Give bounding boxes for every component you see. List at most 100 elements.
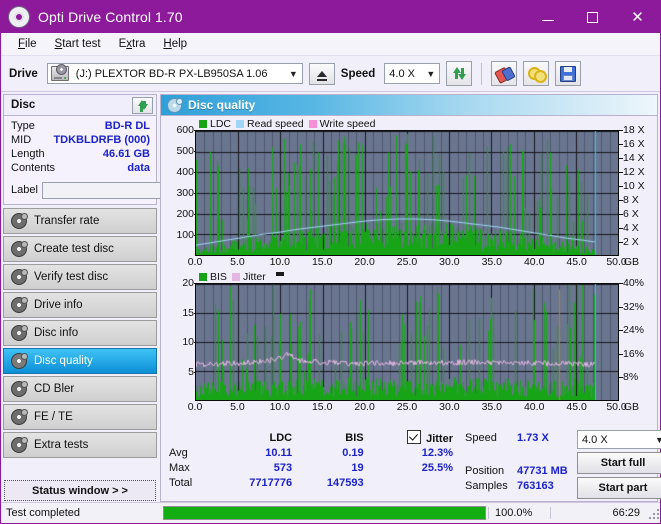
status-window-button[interactable]: Status window > > xyxy=(4,480,156,501)
legend-swatch xyxy=(236,119,245,128)
disc-panel-title: Disc xyxy=(11,99,36,111)
speed-select[interactable]: 4.0 X ▼ xyxy=(384,63,441,84)
sidebar-item-create-test-disc[interactable]: Create test disc xyxy=(3,236,157,262)
stats-header-row: LDC BIS Jitter xyxy=(161,430,461,445)
start-part-button[interactable]: Start part xyxy=(577,477,661,499)
sidebar-item-disc-info[interactable]: Disc info xyxy=(3,320,157,346)
stats-cell-ldc: 7717776 xyxy=(249,476,293,489)
stats-header-bis: BIS xyxy=(345,431,364,444)
ldc-y-axis-left: 100 200 300 400 500 600 xyxy=(161,124,198,256)
save-button[interactable] xyxy=(555,61,582,86)
legend-item-write-speed: Write speed xyxy=(308,118,376,130)
summary-position-value: 47731 MB xyxy=(517,464,568,477)
speed-select-value: 4.0 X xyxy=(389,67,415,80)
stats-summary-keys: Speed 1.73 X Position 47731 MB Samples 7… xyxy=(465,430,569,499)
resize-grip-icon[interactable] xyxy=(646,506,660,520)
chevron-down-icon: ▼ xyxy=(288,68,298,79)
stats-row-total: Total 7717776 147593 xyxy=(161,475,461,490)
stats-table: LDC BIS Jitter Avg 10.11 0.19 12.3% Max … xyxy=(161,430,461,499)
menu-help[interactable]: Help xyxy=(154,36,196,52)
disc-row-length-key: Length xyxy=(11,148,45,160)
sidebar-item-label: Verify test disc xyxy=(34,271,109,283)
stats-row-key: Total xyxy=(169,476,193,489)
disc-row-mid-value: TDKBLDRFB (000) xyxy=(53,134,150,146)
disc-icon xyxy=(11,297,28,313)
bitsetting-icon xyxy=(528,67,548,83)
erase-button[interactable] xyxy=(491,61,518,86)
refresh-button[interactable] xyxy=(446,61,473,86)
disc-icon xyxy=(11,437,28,453)
stats-cell-bis: 147593 xyxy=(326,476,364,489)
disc-label-row: Label xyxy=(4,177,246,204)
bitsetting-button[interactable] xyxy=(523,61,550,86)
maximize-button[interactable] xyxy=(570,1,615,33)
y-tick-label: 12 X xyxy=(619,166,645,178)
sidebar-item-transfer-rate[interactable]: Transfer rate xyxy=(3,208,157,234)
legend-swatch xyxy=(308,119,317,128)
close-button[interactable]: ✕ xyxy=(615,1,660,33)
jitter-checkbox[interactable] xyxy=(407,430,422,444)
x-axis-unit: GB xyxy=(623,401,639,413)
legend-swatch xyxy=(231,272,240,281)
speed-label: Speed xyxy=(340,67,376,80)
start-full-button[interactable]: Start full xyxy=(577,452,661,474)
ldc-chart-legend: LDC Read speed Write speed xyxy=(161,117,657,130)
legend-label: Read speed xyxy=(247,117,304,130)
drive-select[interactable]: (J:) PLEXTOR BD-R PX-LB950SA 1.06 ▼ xyxy=(46,63,303,84)
menu-file-rest: ile xyxy=(25,38,37,50)
disc-panel-header: Disc xyxy=(4,95,156,116)
plot-canvas xyxy=(196,131,618,255)
app-disc-icon xyxy=(8,6,30,28)
x-tick-label: 35.0 xyxy=(481,256,503,268)
legend-item-jitter: Jitter xyxy=(231,271,266,283)
sidebar-item-verify-test-disc[interactable]: Verify test disc xyxy=(3,264,157,290)
sidebar-item-fe-te[interactable]: FE / TE xyxy=(3,404,157,430)
window-title: Opti Drive Control 1.70 xyxy=(38,9,183,25)
bis-x-axis: 0.0 5.0 10.0 15.0 20.0 25.0 30.0 35.0 40.0 45.0 50… xyxy=(188,401,639,415)
summary-row-position: Position 47731 MB xyxy=(465,463,569,478)
y-tick-label: 10 X xyxy=(619,180,645,192)
sidebar-item-drive-info[interactable]: Drive info xyxy=(3,292,157,318)
stats-row-max: Max 573 19 25.5% xyxy=(161,460,461,475)
sidebar-item-label: CD Bler xyxy=(34,383,75,395)
bis-chart-legend: BIS Jitter xyxy=(161,270,657,283)
disc-icon xyxy=(11,325,28,341)
legend-label: BIS xyxy=(210,270,227,283)
stats-panel: LDC BIS Jitter Avg 10.11 0.19 12.3% Max … xyxy=(161,427,661,501)
menu-file[interactable]: File xyxy=(9,36,46,52)
x-tick-label: 20.0 xyxy=(354,256,375,268)
eject-button[interactable] xyxy=(308,62,335,85)
x-tick-label: 5.0 xyxy=(230,401,245,413)
x-tick-label: 45.0 xyxy=(566,256,587,268)
sidebar-item-label: Disc quality xyxy=(34,355,93,367)
sidebar-item-label: Drive info xyxy=(34,299,83,311)
minimize-button[interactable] xyxy=(525,1,570,33)
y-tick-label: 40% xyxy=(618,277,645,289)
menu-extra[interactable]: Extra xyxy=(110,36,155,52)
plot-canvas xyxy=(196,284,618,400)
sidebar-item-cd-bler[interactable]: CD Bler xyxy=(3,376,157,402)
sidebar-item-disc-quality[interactable]: Disc quality xyxy=(3,348,157,374)
test-speed-select[interactable]: 4.0 X ▼ xyxy=(577,430,661,449)
disc-row-type: Type BD-R DL xyxy=(11,119,150,133)
y-tick-label: 15 xyxy=(182,306,198,319)
x-tick-label: 10.0 xyxy=(269,401,291,413)
disc-refresh-button[interactable] xyxy=(132,96,153,114)
stats-header-jitter: Jitter xyxy=(364,430,461,445)
summary-samples-value: 763163 xyxy=(517,479,554,492)
summary-row-samples: Samples 763163 xyxy=(465,478,569,493)
ldc-x-axis: 0.0 5.0 10.0 15.0 20.0 25.0 30.0 35.0 40.0 45.0 50… xyxy=(188,256,639,270)
stats-summary: Speed 1.73 X Position 47731 MB Samples 7… xyxy=(461,430,661,499)
pane-header: Disc quality xyxy=(161,95,657,116)
status-bar: Test completed 100.0% 66:29 xyxy=(1,502,660,523)
menu-start-test[interactable]: Start test xyxy=(46,36,110,52)
status-message: Test completed xyxy=(6,507,80,519)
sidebar-item-extra-tests[interactable]: Extra tests xyxy=(3,432,157,458)
disc-icon xyxy=(11,241,28,257)
window-controls: ✕ xyxy=(525,1,660,33)
summary-speed-value: 1.73 X xyxy=(517,431,549,444)
x-tick-label: 25.0 xyxy=(396,401,418,413)
elapsed-time: 66:29 xyxy=(550,507,646,519)
x-tick-label: 5.0 xyxy=(230,256,245,268)
page-title: Disc quality xyxy=(188,98,256,112)
